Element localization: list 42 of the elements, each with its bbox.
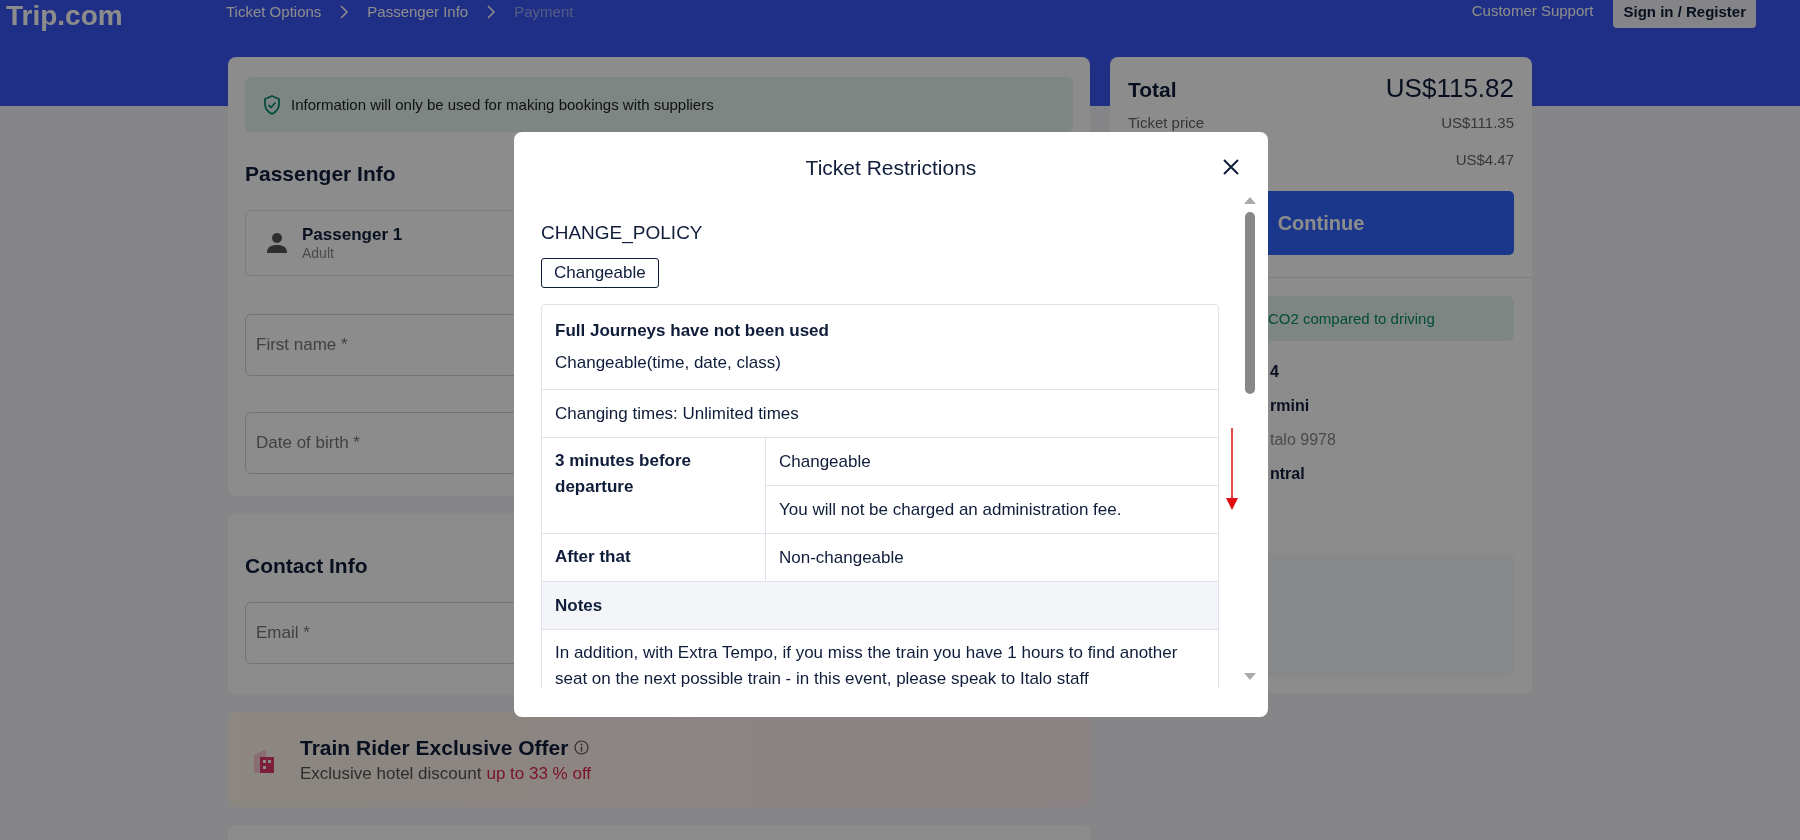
trip-detail-text: talo 9978	[1270, 431, 1337, 450]
close-button[interactable]	[1222, 158, 1240, 176]
section-title: Passenger Info	[245, 162, 396, 186]
chevron-icon	[486, 4, 497, 19]
arrow-icon	[1226, 428, 1238, 512]
info-icon	[574, 740, 590, 755]
table-cell: Full Journeys have not been used	[555, 321, 829, 341]
person-icon	[266, 232, 288, 254]
chevron-icon	[339, 4, 350, 19]
breadcrumb-item[interactable]: Ticket Options	[226, 3, 322, 20]
table-cell: You will not be charged an administration fee.	[766, 485, 1218, 533]
policy-tag: Changeable	[541, 258, 659, 288]
modal-title: Ticket Restrictions	[805, 156, 977, 180]
eco-text: CO2 compared to driving	[1268, 310, 1435, 328]
table-cell: 3 minutes before departure	[542, 437, 766, 533]
offer-subtitle: Exclusive hotel discount	[300, 763, 482, 783]
close-icon	[1222, 158, 1240, 176]
trip-detail-text: 4	[1270, 363, 1280, 382]
table-cell: Changeable	[766, 437, 1218, 485]
breadcrumb-item[interactable]: Passenger Info	[367, 3, 469, 20]
shield-icon	[263, 94, 281, 115]
total-price: US$115.82	[1385, 73, 1514, 104]
policy-heading: CHANGE_POLICY	[541, 222, 704, 244]
price-value: US$111.35	[1441, 114, 1514, 131]
table-cell: Changing times: Unlimited times	[542, 389, 1218, 437]
passenger-name: Passenger 1	[302, 225, 403, 245]
price-value: US$4.47	[1455, 150, 1514, 168]
table-cell: Changeable(time, date, class)	[555, 353, 781, 373]
notice-text: Information will only be used for making bookings with suppliers	[291, 96, 714, 113]
logo[interactable]: Trip.com	[6, 0, 226, 32]
price-label: Ticket price	[1128, 114, 1205, 131]
passenger-type: Adult	[302, 245, 335, 261]
table-cell: In addition, with Extra Tempo, if you miss the train you have 1 hours to find another seat on the next possible train - in this event, please speak to Italo staff	[542, 629, 1218, 688]
total-label: Total	[1128, 78, 1177, 102]
trip-detail-text: ntral	[1270, 465, 1306, 484]
offer-title: Train Rider Exclusive Offer	[300, 735, 569, 760]
trip-detail-text: rmini	[1270, 397, 1311, 416]
table-header: Notes	[542, 581, 1218, 629]
section-title: Contact Info	[245, 554, 368, 578]
discount-text: up to 33 % off	[486, 763, 592, 783]
sign-in-button[interactable]: Sign in / Register	[1613, 0, 1756, 28]
support-link[interactable]: Customer Support	[1471, 2, 1594, 19]
